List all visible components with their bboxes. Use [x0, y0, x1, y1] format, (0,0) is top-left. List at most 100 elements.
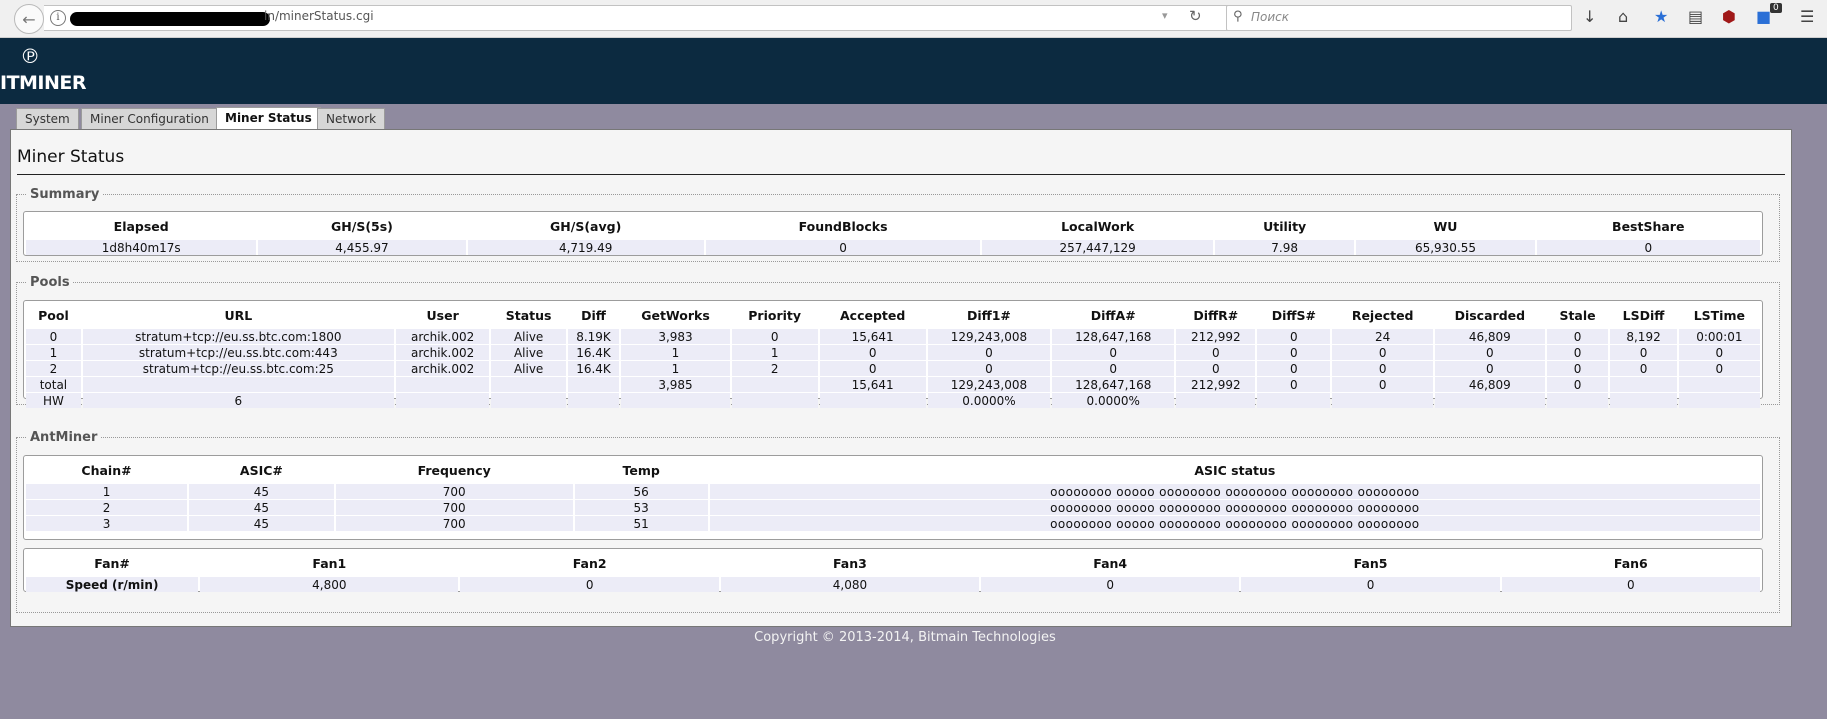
- footer-copyright: Copyright © 2013-2014, Bitmain Technolog…: [754, 630, 1056, 645]
- search-input[interactable]: ⚲ Поиск: [1226, 5, 1572, 31]
- table-cell: 128,647,168: [1052, 329, 1175, 344]
- table-cell: 15,641: [819, 329, 926, 344]
- extension-badge: 0: [1770, 3, 1782, 13]
- fans-table: Fan# Fan1 Fan2 Fan3 Fan4 Fan5 Fan6 Speed (r/min…: [24, 549, 1762, 593]
- address-bar[interactable]: i in/minerStatus.cgi ▾ ↻: [44, 5, 1245, 31]
- column-header: Diff1#: [966, 307, 1011, 323]
- table-cell: 0: [1257, 377, 1331, 392]
- table-cell: stratum+tcp://eu.ss.btc.com:1800: [82, 329, 394, 344]
- table-cell: 4,455.97: [258, 240, 466, 255]
- table-cell: [731, 377, 818, 392]
- table-cell: 0: [1434, 345, 1545, 360]
- table-cell: 51: [574, 516, 708, 531]
- table-cell: [731, 393, 818, 408]
- column-header: Fan2: [572, 555, 607, 571]
- reading-list-icon[interactable]: ▤: [1688, 8, 1703, 26]
- column-header: Fan#: [94, 555, 130, 571]
- table-cell: oooooooo ooooo oooooooo oooooooo ooooooo…: [709, 500, 1760, 515]
- table-cell: 15,641: [819, 377, 926, 392]
- table-cell: 2: [26, 500, 188, 515]
- table-cell: 1: [26, 484, 188, 499]
- column-header: User: [426, 307, 459, 323]
- column-header: LSTime: [1693, 307, 1745, 323]
- table-cell: 129,243,008: [927, 329, 1051, 344]
- fan-row: Speed (r/min) 4,800 0 4,080 0 0 0: [26, 577, 1760, 592]
- table-cell: 0: [1501, 577, 1760, 592]
- dropdown-arrow-icon[interactable]: ▾: [1162, 9, 1168, 22]
- column-header: Rejected: [1351, 307, 1414, 323]
- table-cell: 0: [1176, 345, 1256, 360]
- table-cell: Speed (r/min): [26, 577, 199, 592]
- header-row: Elapsed GH/S(5s) GH/S(avg) FoundBlocks Local…: [26, 213, 1760, 239]
- table-cell: 3: [26, 516, 188, 531]
- table-cell: 0: [1176, 361, 1256, 376]
- fans-table-box: Fan# Fan1 Fan2 Fan3 Fan4 Fan5 Fan6 Speed (r/min…: [23, 548, 1763, 592]
- table-cell: 0: [927, 361, 1051, 376]
- table-cell: 4,080: [720, 577, 980, 592]
- table-cell: 65,930.55: [1356, 240, 1535, 255]
- table-cell: 46,809: [1434, 329, 1545, 344]
- table-cell: [1546, 393, 1609, 408]
- column-header: Utility: [1263, 218, 1307, 234]
- table-cell: Alive: [491, 345, 566, 360]
- table-cell: 45: [189, 516, 334, 531]
- pools-table: Pool URL User Status Diff GetWorks Priority Acc…: [24, 301, 1762, 409]
- info-icon[interactable]: i: [50, 10, 66, 26]
- table-cell: 212,992: [1176, 329, 1256, 344]
- table-cell: [1176, 393, 1256, 408]
- table-cell: 24: [1332, 329, 1433, 344]
- table-cell: 7.98: [1214, 240, 1355, 255]
- column-header: Chain#: [81, 462, 132, 478]
- summary-legend: Summary: [30, 187, 100, 202]
- search-placeholder: Поиск: [1251, 10, 1290, 24]
- table-cell: 45: [189, 500, 334, 515]
- column-header: LocalWork: [1061, 218, 1135, 234]
- table-cell: [621, 393, 730, 408]
- pool-row: HW 6 0.0000% 0.0000%: [26, 393, 1760, 408]
- table-cell: 0: [981, 577, 1240, 592]
- extension-icon[interactable]: ■: [1756, 8, 1771, 26]
- menu-icon[interactable]: ☰: [1800, 8, 1814, 26]
- table-cell: 0: [927, 345, 1051, 360]
- chains-table: Chain# ASIC# Frequency Temp ASIC status 1 45 70…: [24, 456, 1762, 532]
- column-header: GetWorks: [641, 307, 710, 323]
- table-cell: 0: [1257, 329, 1331, 344]
- back-arrow-icon[interactable]: ←: [14, 4, 44, 34]
- home-icon[interactable]: ⌂: [1618, 8, 1628, 26]
- tab-system[interactable]: System: [16, 108, 79, 130]
- table-cell: 1: [731, 345, 818, 360]
- summary-row: 1d8h40m17s 4,455.97 4,719.49 0 257,447,129 7.…: [26, 240, 1760, 255]
- column-header: Accepted: [839, 307, 906, 323]
- table-cell: 4,719.49: [467, 240, 704, 255]
- table-cell: 1: [621, 361, 730, 376]
- bookmark-star-icon[interactable]: ★: [1654, 8, 1668, 26]
- column-header: Diff: [581, 307, 606, 323]
- table-cell: [819, 393, 926, 408]
- table-cell: oooooooo ooooo oooooooo oooooooo ooooooo…: [709, 516, 1760, 531]
- table-cell: archik.002: [395, 329, 490, 344]
- reload-icon[interactable]: ↻: [1189, 7, 1202, 25]
- table-cell: [1678, 393, 1760, 408]
- table-cell: [1678, 377, 1760, 392]
- app-header: ℗ ITMINER: [0, 38, 1827, 104]
- url-text: in/minerStatus.cgi: [264, 9, 374, 23]
- summary-table-box: Elapsed GH/S(5s) GH/S(avg) FoundBlocks Local…: [23, 211, 1763, 256]
- column-header: Fan4: [1093, 555, 1128, 571]
- column-header: ASIC#: [239, 462, 283, 478]
- table-cell: [1257, 393, 1331, 408]
- table-cell: 0.0000%: [1052, 393, 1175, 408]
- table-cell: 0: [460, 577, 719, 592]
- tab-network[interactable]: Network: [317, 108, 386, 130]
- table-cell: HW: [26, 393, 81, 408]
- table-cell: 0: [705, 240, 981, 255]
- tab-miner-configuration[interactable]: Miner Configuration: [81, 108, 218, 130]
- table-cell: archik.002: [395, 345, 490, 360]
- table-cell: 0: [1678, 345, 1760, 360]
- table-cell: 0: [1546, 345, 1609, 360]
- download-icon[interactable]: ↓: [1583, 8, 1596, 26]
- browser-toolbar: ← i in/minerStatus.cgi ▾ ↻ ⚲ Поиск ↓ ⌂ ★…: [0, 0, 1827, 38]
- table-cell: archik.002: [395, 361, 490, 376]
- logo: ITMINER: [0, 72, 87, 94]
- table-cell: 8,192: [1610, 329, 1677, 344]
- ublock-icon[interactable]: ⬢: [1722, 8, 1736, 26]
